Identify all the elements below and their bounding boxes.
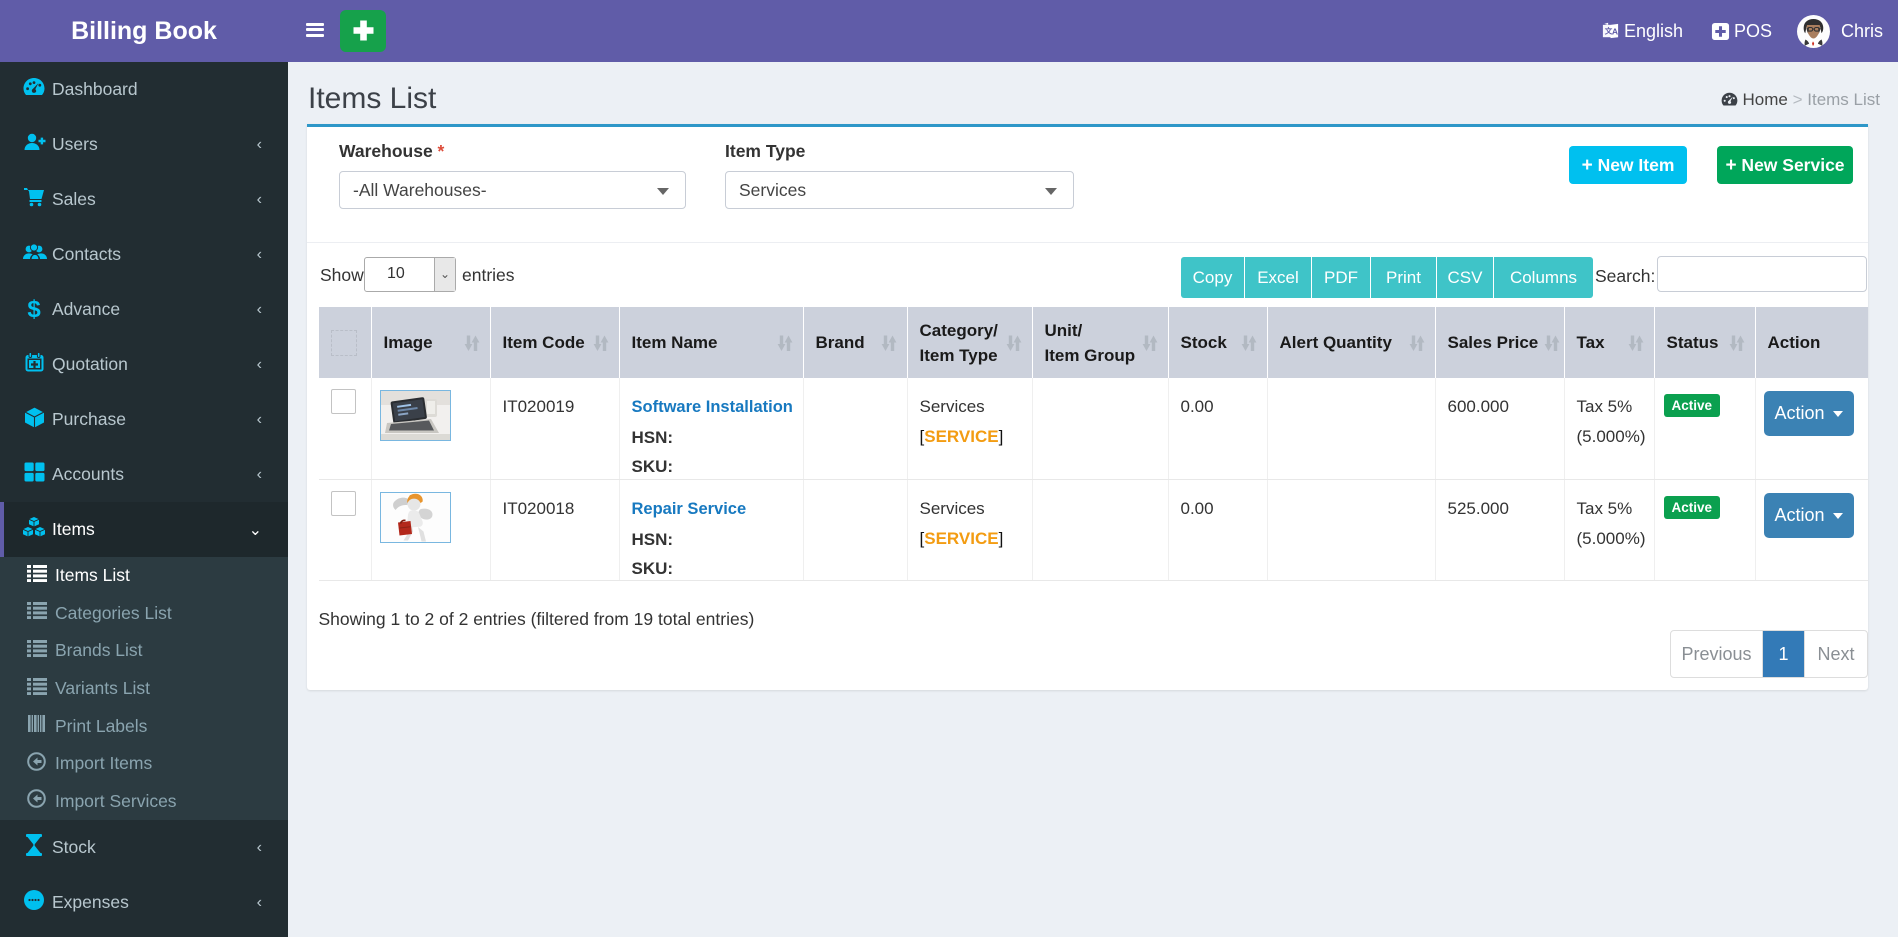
svg-text:A: A — [1612, 26, 1618, 36]
